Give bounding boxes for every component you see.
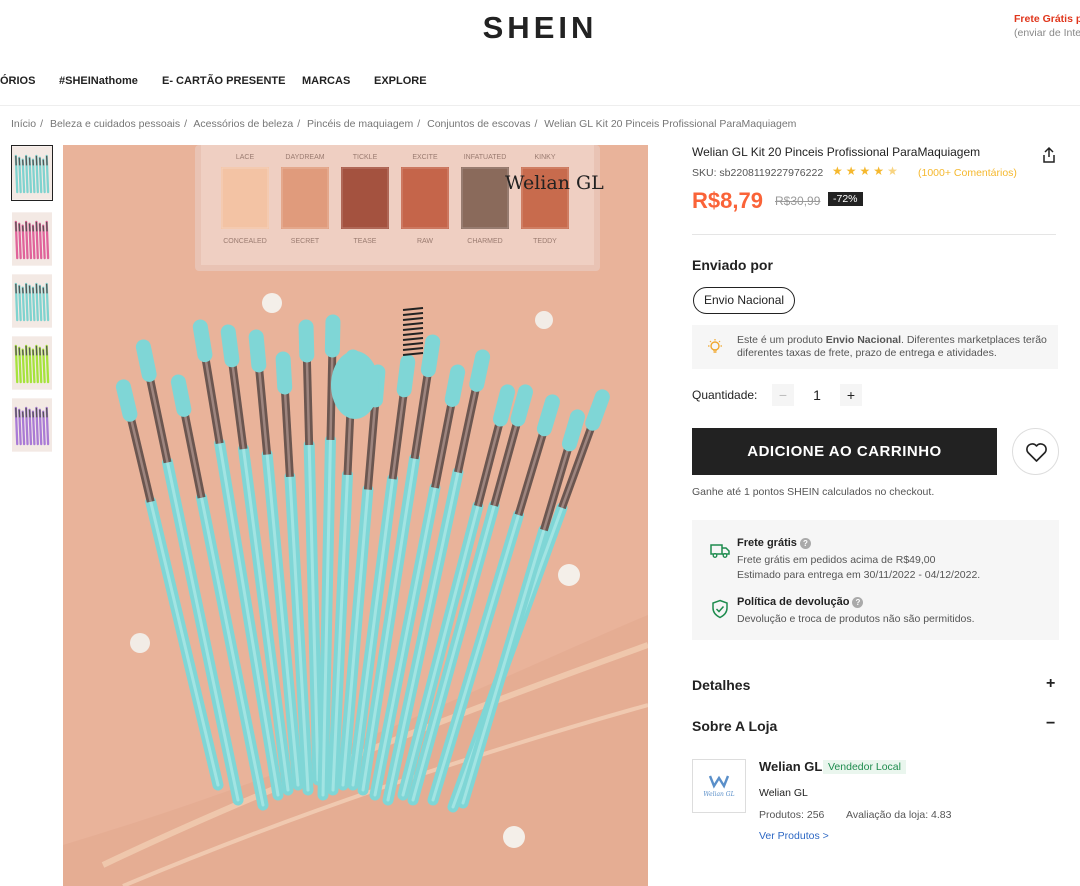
breadcrumb-current: Welian GL Kit 20 Pinceis Profissional Pa… [544,118,797,130]
shield-icon [712,599,728,619]
shein-logo[interactable]: SHEIN [0,10,1080,46]
promo-title: Frete Grátis p [1014,13,1080,25]
breadcrumb-item[interactable]: Beleza e cuidados pessoais [50,118,180,130]
help-icon[interactable]: ? [799,538,811,549]
quantity-label: Quantidade: [692,388,758,402]
promo-banner[interactable]: Frete Grátis p (enviar de Inte [1014,12,1080,40]
svg-text:Welian GL: Welian GL [703,791,734,798]
brand-watermark: Welian GL [505,172,604,194]
wishlist-button[interactable] [1012,428,1059,475]
palette-shade-label: TICKLE [353,154,378,161]
breadcrumb-item[interactable]: Conjuntos de escovas [427,118,530,130]
reviews-link[interactable]: (1000+ Comentários) [918,167,1017,179]
breadcrumb-item[interactable]: Pincéis de maquiagem [307,118,413,130]
current-price: R$8,79 [692,188,763,213]
local-seller-badge: Vendedor Local [823,760,906,774]
view-products-link[interactable]: Ver Produtos > [759,830,829,842]
delivery-estimate: Estimado para entrega em 30/11/2022 - 04… [737,569,981,581]
star-icon: ★ [832,164,846,178]
breadcrumb: Início / Beleza e cuidados pessoais / Aces… [11,118,797,130]
product-photo: LACE DAYDREAM TICKLE EXCITE INFATUATED KINKY C… [63,145,648,886]
palette-shade-label: EXCITE [412,154,438,161]
palette-shade-label: LACE [236,154,255,161]
top-header: SHEIN Frete Grátis p (enviar de Inte [0,0,1080,56]
details-section-toggle[interactable]: Detalhes [692,677,750,693]
collapse-icon[interactable]: − [1046,715,1055,733]
shipping-label: Enviado por [692,257,773,273]
palette-shade-label: TEASE [354,238,377,245]
product-sku: SKU: sb2208119227976222 [692,167,824,179]
add-to-cart-button[interactable]: ADICIONE AO CARRINHO [692,428,997,475]
heart-icon [1026,443,1047,462]
store-subtitle: Welian GL [759,787,808,799]
expand-icon[interactable]: + [1046,675,1055,693]
return-policy-title: Política de devolução? [737,596,864,608]
store-rating: Avaliação da loja: 4.83 [846,809,952,821]
nav-item-accessories[interactable]: ÓRIOS [0,75,35,87]
gallery-thumbnail[interactable] [11,211,53,267]
thumbnail-image [12,212,52,266]
breadcrumb-item[interactable]: Início [11,118,36,130]
product-title: Welian GL Kit 20 Pinceis Profissional Pa… [692,145,981,159]
star-icon: ★ [873,164,888,178]
shipping-option-button[interactable]: Envio Nacional [693,287,796,314]
palette-shade-label: TEDDY [533,238,557,245]
thumbnail-image [12,146,52,200]
divider [692,234,1056,235]
nav-item-sheinathome[interactable]: #SHEINathome [59,75,138,87]
store-products-count: Produtos: 256 [759,809,825,821]
nav-item-gift-card[interactable]: E- CARTÃO PRESENTE [162,75,285,87]
palette-shade-label: DAYDREAM [285,154,324,161]
help-icon[interactable]: ? [852,597,864,608]
rating-stars: ★★★★★ [832,164,901,178]
share-icon[interactable] [1040,146,1058,164]
free-shipping-title: Frete grátis? [737,537,811,549]
quantity-input[interactable]: 1 [800,384,834,406]
store-section-toggle[interactable]: Sobre A Loja [692,718,777,734]
store-logo-image: Welian GL [703,775,735,798]
gallery-thumbnail[interactable] [11,335,53,391]
gallery-thumbnail[interactable] [11,145,53,201]
points-info: Ganhe até 1 pontos SHEIN calculados no c… [692,486,935,498]
free-shipping-line: Frete grátis em pedidos acima de R$49,00 [737,554,936,566]
lightbulb-icon [708,339,722,353]
promo-subtitle: (enviar de Inte [1014,27,1080,39]
discount-badge: -72% [828,192,863,206]
palette-shade-label: SECRET [291,238,320,245]
palette-shade-label: RAW [417,238,433,245]
main-nav: ÓRIOS #SHEINathome E- CARTÃO PRESENTE MA… [0,56,1080,106]
original-price: R$30,99 [775,194,821,208]
shipping-notice: Este é um produto Envio Nacional. Difere… [692,325,1058,369]
truck-icon [710,544,730,558]
quantity-decrease-button[interactable]: − [772,384,794,406]
breadcrumb-item[interactable]: Acessórios de beleza [193,118,293,130]
shipping-notice-text: Este é um produto Envio Nacional. Difere… [737,334,1047,359]
palette-shade-label: CHARMED [467,238,502,245]
palette-shade-label: INFATUATED [464,154,507,161]
nav-item-brands[interactable]: MARCAS [302,75,350,87]
star-icon: ★ [859,164,874,178]
nav-item-explore[interactable]: EXPLORE [374,75,427,87]
store-logo[interactable]: Welian GL [692,759,746,813]
store-name[interactable]: Welian GL [759,759,822,774]
gallery-thumbnail[interactable] [11,397,53,453]
return-policy-line: Devolução e troca de produtos não são pe… [737,613,975,625]
quantity-increase-button[interactable]: + [840,384,862,406]
gallery-thumbnail[interactable] [11,273,53,329]
palette-shade-label: CONCEALED [223,238,267,245]
star-icon: ★ [845,164,860,178]
product-main-image[interactable]: LACE DAYDREAM TICKLE EXCITE INFATUATED KINKY C… [63,145,648,886]
thumbnail-image [12,274,52,328]
thumbnail-image [12,336,52,390]
thumbnail-image [12,398,52,452]
palette-shade-label: KINKY [534,154,555,161]
half-star-icon: ★ [887,164,901,178]
shipping-returns-box: Frete grátis? Frete grátis em pedidos ac… [692,520,1059,640]
